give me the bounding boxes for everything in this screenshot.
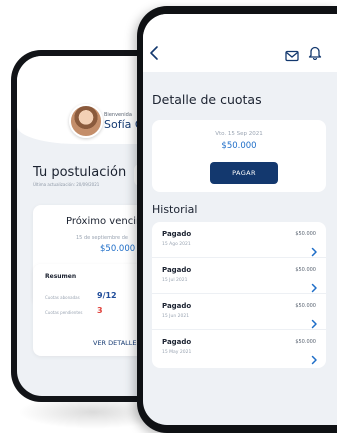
chevron-left-icon[interactable] xyxy=(147,44,163,62)
view-details-link[interactable]: VER DETALLE xyxy=(93,339,137,347)
last-update: Última actualización: 20/09/2021 xyxy=(33,182,100,187)
chevron-right-icon[interactable] xyxy=(310,350,318,365)
bell-icon[interactable] xyxy=(308,45,322,61)
chevron-right-icon[interactable] xyxy=(310,278,318,293)
history-status: Pagado xyxy=(162,230,192,238)
history-list: Pagado 15 Ago 2021 $50.000 Pagado 15 Jul… xyxy=(152,222,326,368)
history-status: Pagado xyxy=(162,266,192,274)
chevron-right-icon[interactable] xyxy=(310,314,318,329)
history-date: 15 Ago 2021 xyxy=(162,242,191,247)
history-row[interactable]: Pagado 15 Ago 2021 $50.000 xyxy=(152,222,326,258)
history-date: 15 Jun 2021 xyxy=(162,314,190,319)
history-row[interactable]: Pagado 15 May 2021 $50.000 xyxy=(152,330,326,366)
pay-button[interactable]: PAGAR xyxy=(210,162,278,184)
pending-installments-value: 3 xyxy=(97,306,103,315)
front-phone: Detalle de cuotas Vto. 15 Sep 2021 $50.0… xyxy=(137,6,337,433)
history-amount: $50.000 xyxy=(295,339,316,345)
next-payment-amount: $50.000 xyxy=(100,244,136,254)
avatar[interactable] xyxy=(69,104,103,138)
next-payment-date: 15 de septiembre de xyxy=(76,235,128,241)
pending-installments-label: Cuotas pendientes xyxy=(45,310,83,315)
paid-installments-label: Cuotas abonadas xyxy=(45,295,80,300)
postulation-title: Tu postulación xyxy=(33,165,127,180)
summary-title: Resumen xyxy=(45,273,77,280)
history-status: Pagado xyxy=(162,302,192,310)
due-date-label: Vto. 15 Sep 2021 xyxy=(215,131,263,137)
mail-icon[interactable] xyxy=(285,47,299,62)
history-row[interactable]: Pagado 15 Jul 2021 $50.000 xyxy=(152,258,326,294)
paid-installments-value: 9/12 xyxy=(97,291,117,300)
due-payment-card: Vto. 15 Sep 2021 $50.000 PAGAR xyxy=(152,120,326,192)
due-amount: $50.000 xyxy=(221,141,257,151)
history-title: Historial xyxy=(152,203,198,216)
top-bar xyxy=(143,14,337,72)
history-amount: $50.000 xyxy=(295,231,316,237)
history-amount: $50.000 xyxy=(295,267,316,273)
chevron-right-icon[interactable] xyxy=(310,242,318,257)
page-title: Detalle de cuotas xyxy=(152,92,262,107)
history-date: 15 Jul 2021 xyxy=(162,278,188,283)
next-payment-label: Próximo vencim xyxy=(66,216,146,227)
history-status: Pagado xyxy=(162,338,192,346)
installments-screen: Detalle de cuotas Vto. 15 Sep 2021 $50.0… xyxy=(143,14,337,425)
history-row[interactable]: Pagado 15 Jun 2021 $50.000 xyxy=(152,294,326,330)
history-date: 15 May 2021 xyxy=(162,350,192,355)
history-amount: $50.000 xyxy=(295,303,316,309)
